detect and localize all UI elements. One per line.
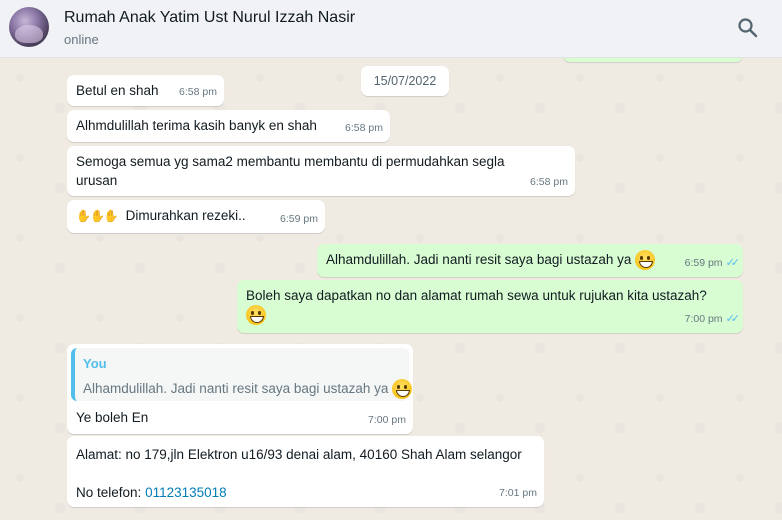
phone-line: No telefon: 01123135018 xyxy=(76,483,536,502)
contact-status: online xyxy=(64,32,99,47)
message-time: 7:01 pm xyxy=(499,487,537,499)
message-time: 6:59 pm xyxy=(280,213,318,225)
message-text: Alhamdulillah. Jadi nanti resit saya bag… xyxy=(326,252,632,267)
message-text: Boleh saya dapatkan no dan alamat rumah … xyxy=(246,288,707,303)
message-bubble[interactable]: ✋✋✋ Dimurahkan rezeki.. 6:59 pm xyxy=(67,200,325,233)
message-time: 6:59 pm ✓✓ xyxy=(684,257,741,269)
chat-header: Rumah Anak Yatim Ust Nurul Izzah Nasir o… xyxy=(0,0,782,58)
double-check-icon: ✓✓ xyxy=(725,313,741,325)
contact-name[interactable]: Rumah Anak Yatim Ust Nurul Izzah Nasir xyxy=(64,9,355,27)
message-text-continued: urusan xyxy=(76,173,118,188)
message-time: 7:00 pm ✓✓ xyxy=(684,313,741,325)
message-text: Ye boleh En xyxy=(76,410,149,425)
grinning-face-icon xyxy=(635,250,656,271)
message-bubble-outgoing[interactable]: Alhamdulillah. Jadi nanti resit saya bag… xyxy=(317,244,743,277)
phone-label: No telefon: xyxy=(76,485,142,500)
message-bubble[interactable]: Betul en shah 6:58 pm xyxy=(67,75,224,106)
quote-text: Alhamdulillah. Jadi nanti resit saya bag… xyxy=(83,379,413,400)
double-check-icon: ✓✓ xyxy=(725,257,741,269)
message-text: Semoga semua yg sama2 membantu membantu … xyxy=(76,154,505,169)
quote-author: You xyxy=(83,356,107,371)
message-bubble-outgoing[interactable]: Boleh saya dapatkan no dan alamat rumah … xyxy=(237,280,743,333)
grinning-face-icon xyxy=(392,379,413,400)
message-time: 6:58 pm xyxy=(179,86,217,98)
message-bubble[interactable]: Alhmdulillah terima kasih banyk en shah … xyxy=(67,110,390,142)
message-bubble[interactable]: Alamat: no 179,jln Elektron u16/93 denai… xyxy=(67,436,544,507)
message-bubble-reply[interactable]: You Alhamdulillah. Jadi nanti resit saya… xyxy=(67,344,413,434)
clapping-hands-icon: ✋✋✋ xyxy=(76,209,119,223)
clipped-message-bubble xyxy=(563,58,743,62)
message-time: 6:58 pm xyxy=(345,122,383,134)
grinning-face-icon xyxy=(246,305,266,326)
message-time: 7:00 pm xyxy=(368,414,406,426)
search-icon[interactable] xyxy=(736,16,760,40)
quoted-message[interactable]: You Alhamdulillah. Jadi nanti resit saya… xyxy=(71,348,413,401)
message-text: Alhmdulillah terima kasih banyk en shah xyxy=(76,118,317,133)
message-time: 6:58 pm xyxy=(530,176,568,188)
date-separator: 15/07/2022 xyxy=(361,66,449,96)
chat-area[interactable]: 15/07/2022 Betul en shah 6:58 pm Alhmdul… xyxy=(0,58,782,520)
avatar[interactable] xyxy=(9,7,49,47)
address-text: Alamat: no 179,jln Elektron u16/93 denai… xyxy=(76,447,522,462)
message-text: Dimurahkan rezeki.. xyxy=(125,208,246,223)
message-bubble[interactable]: Semoga semua yg sama2 membantu membantu … xyxy=(67,146,575,196)
message-text: Betul en shah xyxy=(76,83,159,98)
phone-link[interactable]: 01123135018 xyxy=(145,485,227,500)
